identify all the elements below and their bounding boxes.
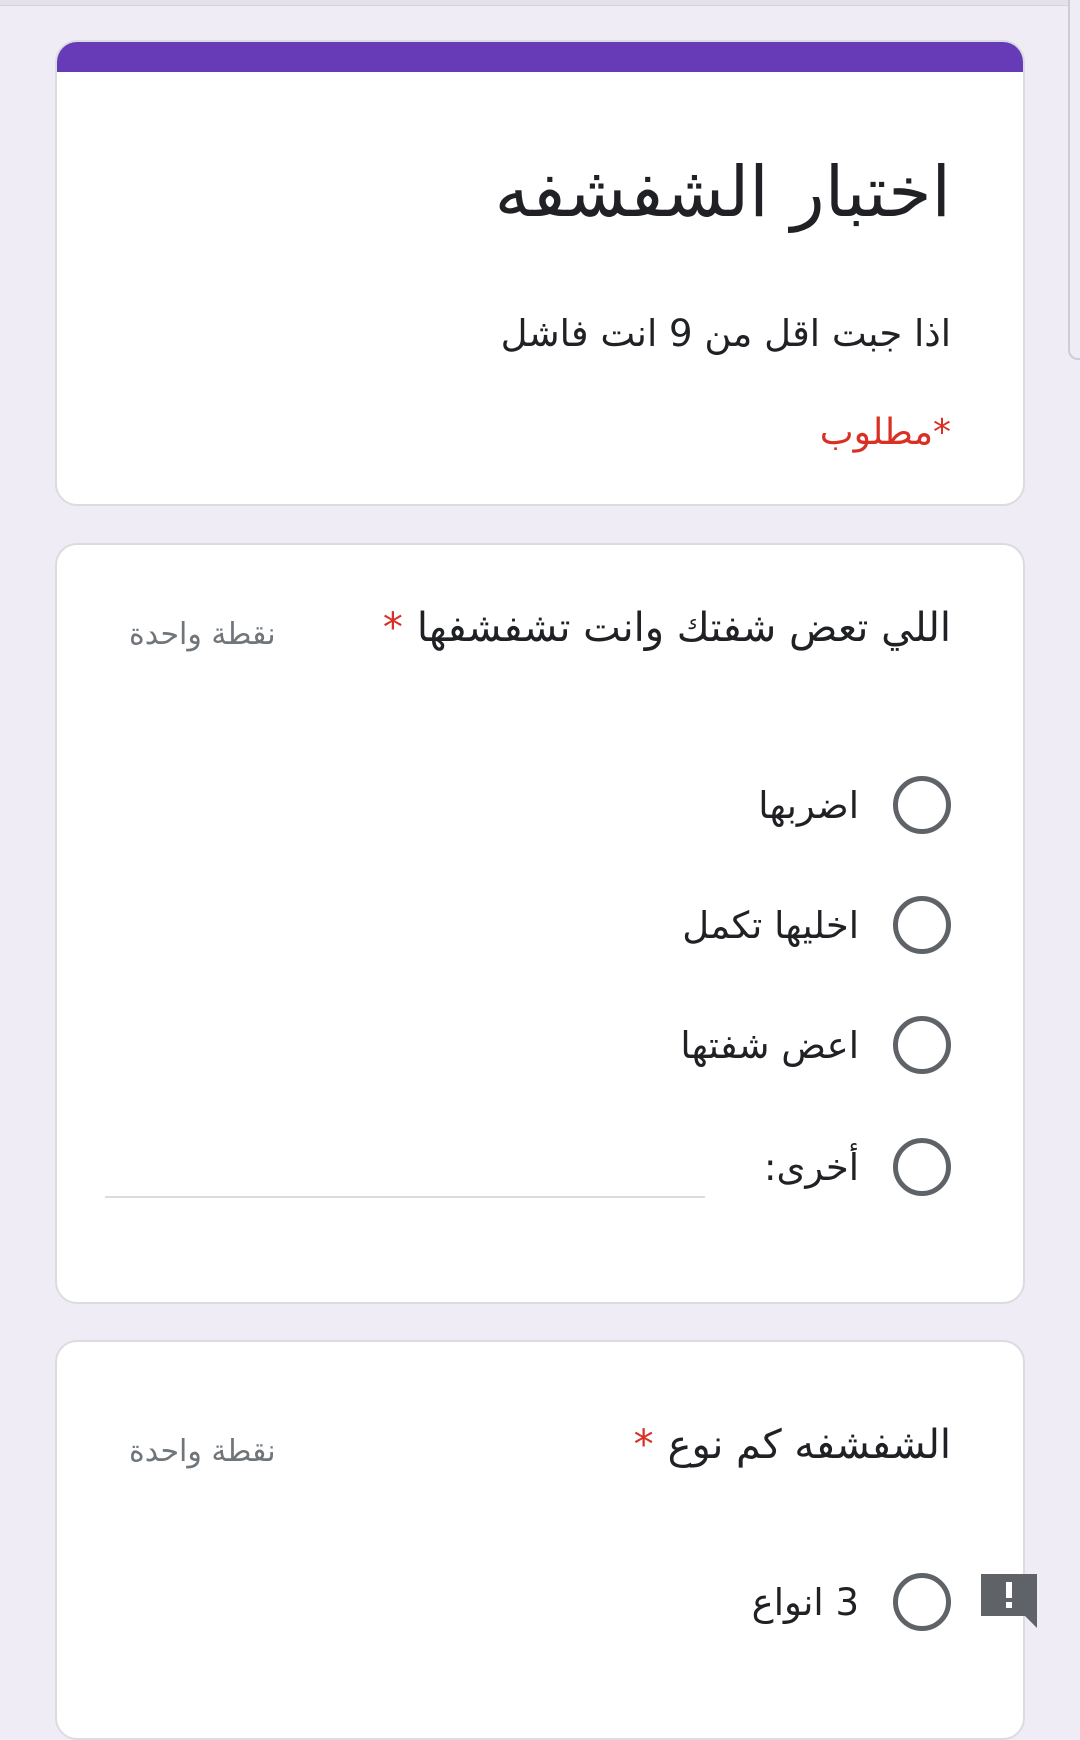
required-asterisk: * [633, 1422, 654, 1468]
required-asterisk: * [382, 605, 403, 651]
other-option-label: أخرى: [764, 1145, 859, 1189]
form-description: اذا جبت اقل من 9 انت فاشل [500, 312, 951, 355]
radio-button[interactable] [893, 776, 951, 834]
question-title: الشفشفه كم نوع * [634, 1422, 951, 1468]
radio-button[interactable] [893, 1573, 951, 1631]
browser-top-bar [0, 0, 1070, 6]
question-points: نقطة واحدة [129, 617, 276, 652]
question-title-text: الشفشفه كم نوع [667, 1422, 951, 1468]
option-label: اضربها [758, 783, 859, 827]
question-points: نقطة واحدة [129, 1434, 276, 1469]
scroll-edge [1068, 0, 1080, 360]
option-label: اخليها تكمل [682, 903, 859, 947]
radio-button[interactable] [893, 1016, 951, 1074]
radio-button[interactable] [893, 896, 951, 954]
question-title: اللي تعض شفتك وانت تشفشفها * [383, 605, 951, 651]
report-feedback-icon-svg [981, 1574, 1037, 1628]
option-label: 3 انواع [751, 1580, 859, 1624]
radio-option[interactable]: اعض شفتها [680, 1015, 951, 1075]
question-card-2: الشفشفه كم نوع * نقطة واحدة 3 انواع [55, 1340, 1025, 1740]
radio-option[interactable]: اضربها [758, 775, 951, 835]
radio-button[interactable] [893, 1138, 951, 1196]
question-card-1: اللي تعض شفتك وانت تشفشفها * نقطة واحدة ا… [55, 543, 1025, 1304]
other-text-input[interactable] [105, 1196, 705, 1198]
report-feedback-icon[interactable] [979, 1572, 1039, 1630]
form-title: اختبار الشفشفه [494, 151, 951, 233]
form-accent-bar [57, 42, 1023, 72]
form-header-card: اختبار الشفشفه اذا جبت اقل من 9 انت فاشل… [55, 40, 1025, 506]
required-note: *مطلوب [819, 412, 951, 453]
option-label: اعض شفتها [680, 1023, 859, 1067]
radio-option[interactable]: 3 انواع [752, 1572, 951, 1632]
question-title-text: اللي تعض شفتك وانت تشفشفها [416, 605, 951, 651]
radio-option-other[interactable]: أخرى: [764, 1137, 951, 1197]
radio-option[interactable]: اخليها تكمل [682, 895, 951, 955]
